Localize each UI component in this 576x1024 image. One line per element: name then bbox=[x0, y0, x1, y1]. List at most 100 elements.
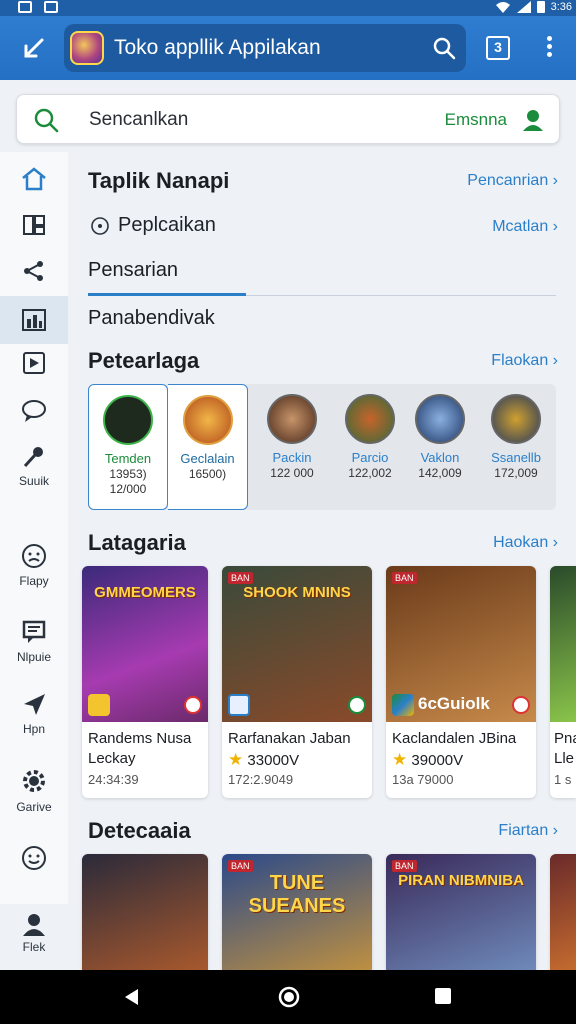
ranking-name: Ssanellb bbox=[491, 450, 541, 465]
rail-label: Garive bbox=[16, 800, 52, 814]
app-title: Toko appllik Appilakan bbox=[114, 36, 321, 59]
section-title: Petearlaga bbox=[88, 348, 200, 373]
art-caption: TUNE SUEANES bbox=[248, 872, 346, 917]
rail-item-media[interactable] bbox=[0, 350, 68, 376]
ranking-item[interactable]: Geclalain 16500) bbox=[168, 384, 248, 510]
record-icon bbox=[512, 696, 530, 714]
home-icon bbox=[22, 167, 46, 191]
app-tag: BAN bbox=[228, 572, 253, 584]
message-icon bbox=[22, 620, 46, 643]
record-icon bbox=[348, 696, 366, 714]
art-caption: SHOOK MNINS bbox=[243, 584, 351, 601]
rail-item-share[interactable] bbox=[0, 258, 68, 284]
ranking-value: 12/000 bbox=[109, 482, 147, 496]
app-tag: BAN bbox=[392, 572, 417, 584]
app-card[interactable]: BAN 6cGuiolk Kaclandalen JBina ★ 39000V … bbox=[386, 566, 536, 798]
app-badge-icon bbox=[88, 694, 110, 716]
app-meta: 13a 79000 bbox=[392, 772, 454, 787]
media-icon bbox=[23, 352, 45, 374]
account-icon[interactable] bbox=[521, 107, 545, 133]
rail-item-charts[interactable] bbox=[0, 296, 68, 344]
app-title: Lle bbox=[554, 750, 575, 767]
app-title-box[interactable]: Toko appllik Appilakan bbox=[64, 24, 466, 72]
section-link[interactable]: Fiartan › bbox=[498, 822, 558, 840]
search-icon bbox=[34, 108, 59, 133]
battery-icon bbox=[536, 1, 545, 13]
app-card[interactable]: BAN SHOOK MNINS Rarfanakan Jaban ★ 33000… bbox=[222, 566, 372, 798]
star-icon: ★ bbox=[228, 750, 244, 769]
tabs-button[interactable]: 3 bbox=[486, 36, 510, 60]
ranking-item[interactable]: Temden 13953) 12/000 bbox=[88, 384, 168, 510]
app-card[interactable] bbox=[550, 854, 576, 970]
ranking-item[interactable]: Parcio 122,002 bbox=[330, 384, 410, 510]
search-bar[interactable]: Sencanlkan Emsnna bbox=[16, 94, 560, 144]
share-icon bbox=[24, 261, 43, 281]
rail-label: Flapy bbox=[19, 574, 49, 588]
app-badge-icon bbox=[228, 694, 250, 716]
recents-icon[interactable] bbox=[434, 987, 452, 1005]
game-avatar bbox=[415, 394, 465, 444]
ranking-value: 172,009 bbox=[494, 466, 538, 480]
rail-item-flapy[interactable]: Flapy bbox=[0, 542, 68, 588]
signal-icon bbox=[516, 0, 531, 13]
app-title: Rarfanakan Jaban bbox=[228, 730, 351, 747]
notification-icon bbox=[44, 1, 58, 13]
section-link[interactable]: Flaokan › bbox=[491, 352, 558, 370]
section-header-latest: Latagaria Haokan › bbox=[88, 530, 558, 556]
edit-icon[interactable] bbox=[20, 34, 48, 62]
tab-panabendivak[interactable]: Panabendivak bbox=[88, 307, 215, 330]
rail-item-pin[interactable]: Suuik bbox=[0, 444, 68, 488]
app-meta: 172:2.9049 bbox=[228, 772, 294, 787]
search-icon[interactable] bbox=[432, 36, 456, 60]
rail-item-profile[interactable]: Flek bbox=[0, 904, 68, 970]
app-bar: Toko appllik Appilakan 3 bbox=[0, 16, 576, 80]
section-title: Detecaaia bbox=[88, 818, 191, 843]
app-card[interactable]: Pna Lle 1 s bbox=[550, 566, 576, 798]
app-card[interactable]: BAN PIRAN NIBMNIBA bbox=[386, 854, 536, 970]
rail-item-hpn[interactable]: Hpn bbox=[0, 690, 68, 736]
rail-label: Hpn bbox=[22, 722, 45, 736]
star-icon: ★ bbox=[392, 750, 408, 769]
ranking-item[interactable]: Packin 122 000 bbox=[252, 384, 332, 510]
chart-icon bbox=[22, 309, 46, 331]
rail-label: Flek bbox=[22, 940, 46, 954]
ranking-value: 142,009 bbox=[418, 466, 462, 480]
ranking-value: 13953) bbox=[109, 467, 147, 481]
search-account-label[interactable]: Emsnna bbox=[445, 110, 507, 130]
rail-item-apps[interactable] bbox=[0, 212, 68, 238]
rail-item-chat[interactable] bbox=[0, 398, 68, 424]
app-card[interactable]: BAN TUNE SUEANES bbox=[222, 854, 372, 970]
status-bar: 3:36 bbox=[0, 0, 576, 16]
app-card[interactable] bbox=[82, 854, 208, 970]
gear-icon bbox=[23, 770, 45, 792]
rail-label: Suuik bbox=[18, 474, 50, 488]
game-avatar bbox=[182, 395, 233, 445]
app-tag: BAN bbox=[392, 860, 417, 872]
section-title: Latagaria bbox=[88, 530, 186, 555]
search-input[interactable]: Sencanlkan bbox=[89, 109, 188, 131]
tab-pensarian[interactable]: Pensarian bbox=[88, 259, 178, 282]
art-caption: PIRAN NIBMNIBA bbox=[398, 872, 524, 889]
notification-icon bbox=[18, 1, 32, 13]
rail-item-smile[interactable] bbox=[0, 844, 68, 872]
rail-item-home[interactable] bbox=[0, 166, 68, 192]
ranking-item[interactable]: Ssanellb 172,009 bbox=[476, 384, 556, 510]
wifi-icon bbox=[495, 1, 510, 13]
section-link[interactable]: Pencanrian › bbox=[467, 172, 558, 190]
section-link[interactable]: Haokan › bbox=[493, 534, 558, 552]
app-art bbox=[82, 854, 208, 970]
pin-icon bbox=[23, 447, 43, 468]
game-avatar bbox=[267, 394, 317, 444]
ranking-item[interactable]: Vaklon 142,009 bbox=[400, 384, 480, 510]
app-title: Randems Nusa bbox=[88, 730, 192, 747]
play-store-icon bbox=[392, 694, 414, 716]
more-menu-icon[interactable] bbox=[544, 36, 554, 60]
home-button-icon[interactable] bbox=[277, 985, 301, 1009]
app-card[interactable]: GMMEOMERS Randems Nusa Leckay 24:34:39 bbox=[82, 566, 208, 798]
game-avatar bbox=[345, 394, 395, 444]
section-link[interactable]: Mcatlan › bbox=[492, 218, 558, 236]
rail-item-garive[interactable]: Garive bbox=[0, 766, 68, 814]
rail-item-nlpuie[interactable]: Nlpuie bbox=[0, 618, 68, 664]
navigation-rail: Suuik Flapy Nlpuie Hpn Garive Flek bbox=[0, 152, 68, 970]
back-icon[interactable] bbox=[122, 987, 142, 1007]
